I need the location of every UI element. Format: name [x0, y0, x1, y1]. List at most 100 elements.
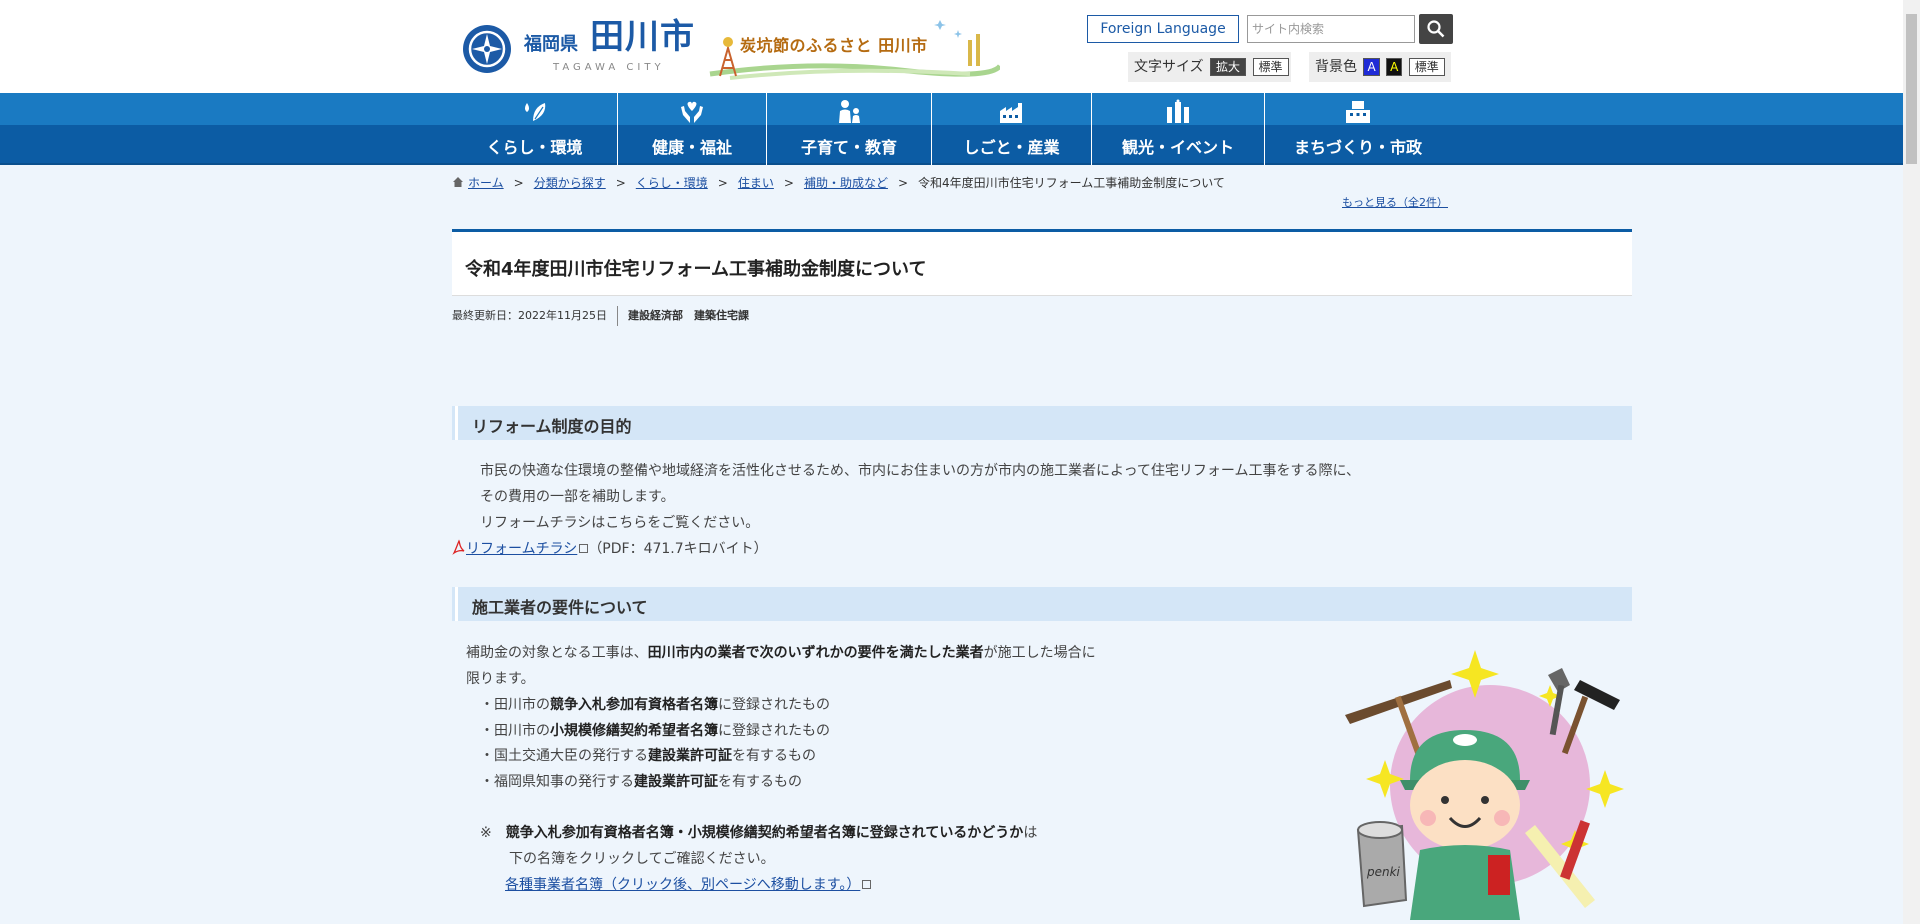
search-icon [1427, 20, 1445, 38]
font-enlarge-button[interactable]: 拡大 [1210, 58, 1247, 76]
breadcrumb: ホーム > 分類から探す > くらし・環境 > 住まい > 補助・助成など > 令和4年度田川市住宅… [452, 174, 1225, 191]
intro-text: が施工した場合に [983, 645, 1096, 661]
nav-label: 観光・イベント [1121, 138, 1234, 157]
purpose-line-3: リフォームチラシはこちらをご覧ください。 [480, 515, 760, 531]
tourism-icon [1167, 99, 1189, 123]
requirement-emphasis: 競争入札参加有資格者名簿 [550, 697, 718, 713]
page-meta: 最終更新日：2022年11月25日 建設経済部 建築住宅課 [452, 306, 749, 326]
breadcrumb-separator: > [717, 176, 728, 190]
parent-child-icon [839, 100, 860, 123]
requirement-text: ・福岡県知事の発行する [480, 774, 634, 790]
requirements-intro-cont: 限ります。 [466, 671, 535, 687]
hands-heart-icon [681, 101, 703, 123]
requirement-text: ・国土交通大臣の発行する [480, 748, 648, 764]
breadcrumb-separator: > [783, 176, 794, 190]
search-button[interactable] [1419, 14, 1453, 44]
breadcrumb-link-category[interactable]: 分類から探す [534, 176, 606, 190]
note-line-1: ※ 競争入札参加有資格者名簿・小規模修繕契約希望者名簿に登録されているかどうかは [480, 822, 1037, 842]
department: 建設経済部 建築住宅課 [628, 309, 749, 322]
business-list-link-row: 各種事業者名簿（クリック後、別ページへ移動します。） [505, 874, 872, 894]
meta-divider [617, 306, 618, 326]
breadcrumb-separator: > [513, 176, 524, 190]
requirement-item: ・田川市の小規模修繕契約希望者名簿に登録されたもの [480, 720, 830, 740]
requirements-intro: 補助金の対象となる工事は、田川市内の業者で次のいずれかの要件を満たした業者が施工… [466, 642, 1096, 662]
requirement-emphasis: 建設業許可証 [634, 774, 718, 790]
font-size-label: 文字サイズ [1134, 59, 1204, 75]
external-window-icon [579, 544, 589, 553]
breadcrumb-link-housing[interactable]: 住まい [738, 176, 774, 190]
section-heading-requirements: 施工業者の要件について [452, 587, 1632, 621]
breadcrumb-link-living[interactable]: くらし・環境 [636, 176, 708, 190]
requirement-text: に登録されたもの [718, 697, 830, 713]
requirement-text: に登録されたもの [718, 723, 830, 739]
external-window-icon [862, 880, 872, 889]
nav-item-work[interactable]: しごと・産業 [932, 93, 1092, 165]
requirement-item: ・国土交通大臣の発行する建設業許可証を有するもの [480, 745, 816, 765]
nav-label: 子育て・教育 [800, 138, 897, 157]
section-title: リフォーム制度の目的 [472, 417, 632, 436]
bg-color-label: 背景色 [1315, 59, 1357, 75]
purpose-line-2: その費用の一部を補助します。 [480, 489, 675, 505]
page-title-box: 令和4年度田川市住宅リフォーム工事補助金制度について [452, 229, 1632, 296]
bg-black-button[interactable]: A [1386, 58, 1403, 76]
business-list-link[interactable]: 各種事業者名簿（クリック後、別ページへ移動します。） [505, 877, 860, 893]
nav-item-town[interactable]: まちづくり・市政 [1265, 93, 1451, 165]
page-title: 令和4年度田川市住宅リフォーム工事補助金制度について [465, 259, 927, 280]
breadcrumb-link-home[interactable]: ホーム [468, 176, 504, 190]
intro-text: 補助金の対象となる工事は、 [466, 645, 648, 661]
logo-city-roman: TAGAWA CITY [553, 62, 665, 73]
intro-emphasis: 田川市内の業者で次のいずれかの要件を満たした業者 [647, 645, 984, 661]
nav-label: 健康・福祉 [651, 138, 732, 157]
breadcrumb-current: 令和4年度田川市住宅リフォーム工事補助金制度について [918, 176, 1225, 190]
note-text: は [1023, 825, 1038, 841]
pdf-icon [452, 539, 465, 555]
building-icon [1346, 101, 1370, 123]
factory-icon [999, 103, 1022, 123]
note-mark: ※ [480, 825, 492, 841]
bg-standard-button[interactable]: 標準 [1408, 58, 1445, 76]
note-line-2: 下の名簿をクリックしてご確認ください。 [509, 851, 775, 867]
logo-prefecture[interactable]: 福岡県 [524, 30, 578, 56]
pdf-info: （PDF：471.7キロバイト） [588, 541, 768, 557]
requirement-item: ・田川市の競争入札参加有資格者名簿に登録されたもの [480, 694, 830, 714]
breadcrumb-separator: > [615, 176, 626, 190]
requirement-text: ・田川市の [480, 723, 550, 739]
requirement-emphasis: 小規模修繕契約希望者名簿 [550, 723, 718, 739]
requirement-text: を有するもの [718, 774, 802, 790]
breadcrumb-link-subsidy[interactable]: 補助・助成など [804, 176, 888, 190]
logo-city-name[interactable]: 田川市 [590, 20, 695, 54]
foreign-language-button[interactable]: Foreign Language [1087, 15, 1239, 43]
requirement-text: ・田川市の [480, 697, 550, 713]
purpose-line-1: 市民の快適な住環境の整備や地域経済を活性化させるため、市内にお住まいの方が市内の… [480, 463, 1361, 479]
background-color-tool: 背景色 A A 標準 [1309, 52, 1451, 82]
pdf-link-reform-flyer[interactable]: リフォームチラシ [466, 541, 577, 557]
more-link[interactable]: もっと見る（全2件） [1342, 194, 1448, 210]
page-scrollbar[interactable] [1903, 0, 1920, 924]
nav-item-health[interactable]: 健康・福祉 [618, 93, 767, 165]
section-heading-purpose: リフォーム制度の目的 [452, 406, 1632, 440]
home-icon [453, 177, 463, 187]
slogan-text: 炭坑節のふるさと 田川市 [740, 36, 928, 55]
font-size-tool: 文字サイズ 拡大 標準 [1128, 52, 1291, 82]
painter-worker-illustration: penki [1345, 650, 1624, 920]
scrollbar-thumb[interactable] [1906, 14, 1917, 164]
nav-item-childcare[interactable]: 子育て・教育 [767, 93, 932, 165]
font-standard-button[interactable]: 標準 [1252, 58, 1289, 76]
last-updated: 最終更新日：2022年11月25日 [452, 309, 607, 322]
requirement-item: ・福岡県知事の発行する建設業許可証を有するもの [480, 771, 802, 791]
breadcrumb-separator: > [897, 176, 909, 190]
section-title: 施工業者の要件について [472, 598, 648, 617]
requirement-emphasis: 建設業許可証 [648, 748, 732, 764]
nav-item-living[interactable]: くらし・環境 [452, 93, 618, 165]
nav-label: しごと・産業 [963, 138, 1060, 157]
note-emphasis: 競争入札参加有資格者名簿・小規模修繕契約希望者名簿に登録されているかどうか [505, 825, 1024, 841]
penki-text: penki [1366, 865, 1401, 879]
bg-blue-button[interactable]: A [1363, 58, 1380, 76]
nav-item-tourism[interactable]: 観光・イベント [1092, 93, 1265, 165]
requirement-text: を有するもの [732, 748, 816, 764]
global-nav: くらし・環境 健康・福祉 子育て・教育 しごと・産業 観光・イベント まちづくり… [0, 93, 1903, 165]
site-search-input[interactable]: サイト内検索 [1247, 15, 1415, 43]
leaf-drop-icon [524, 103, 545, 121]
city-emblem-icon[interactable] [463, 25, 511, 73]
nav-label: まちづくり・市政 [1293, 138, 1422, 157]
